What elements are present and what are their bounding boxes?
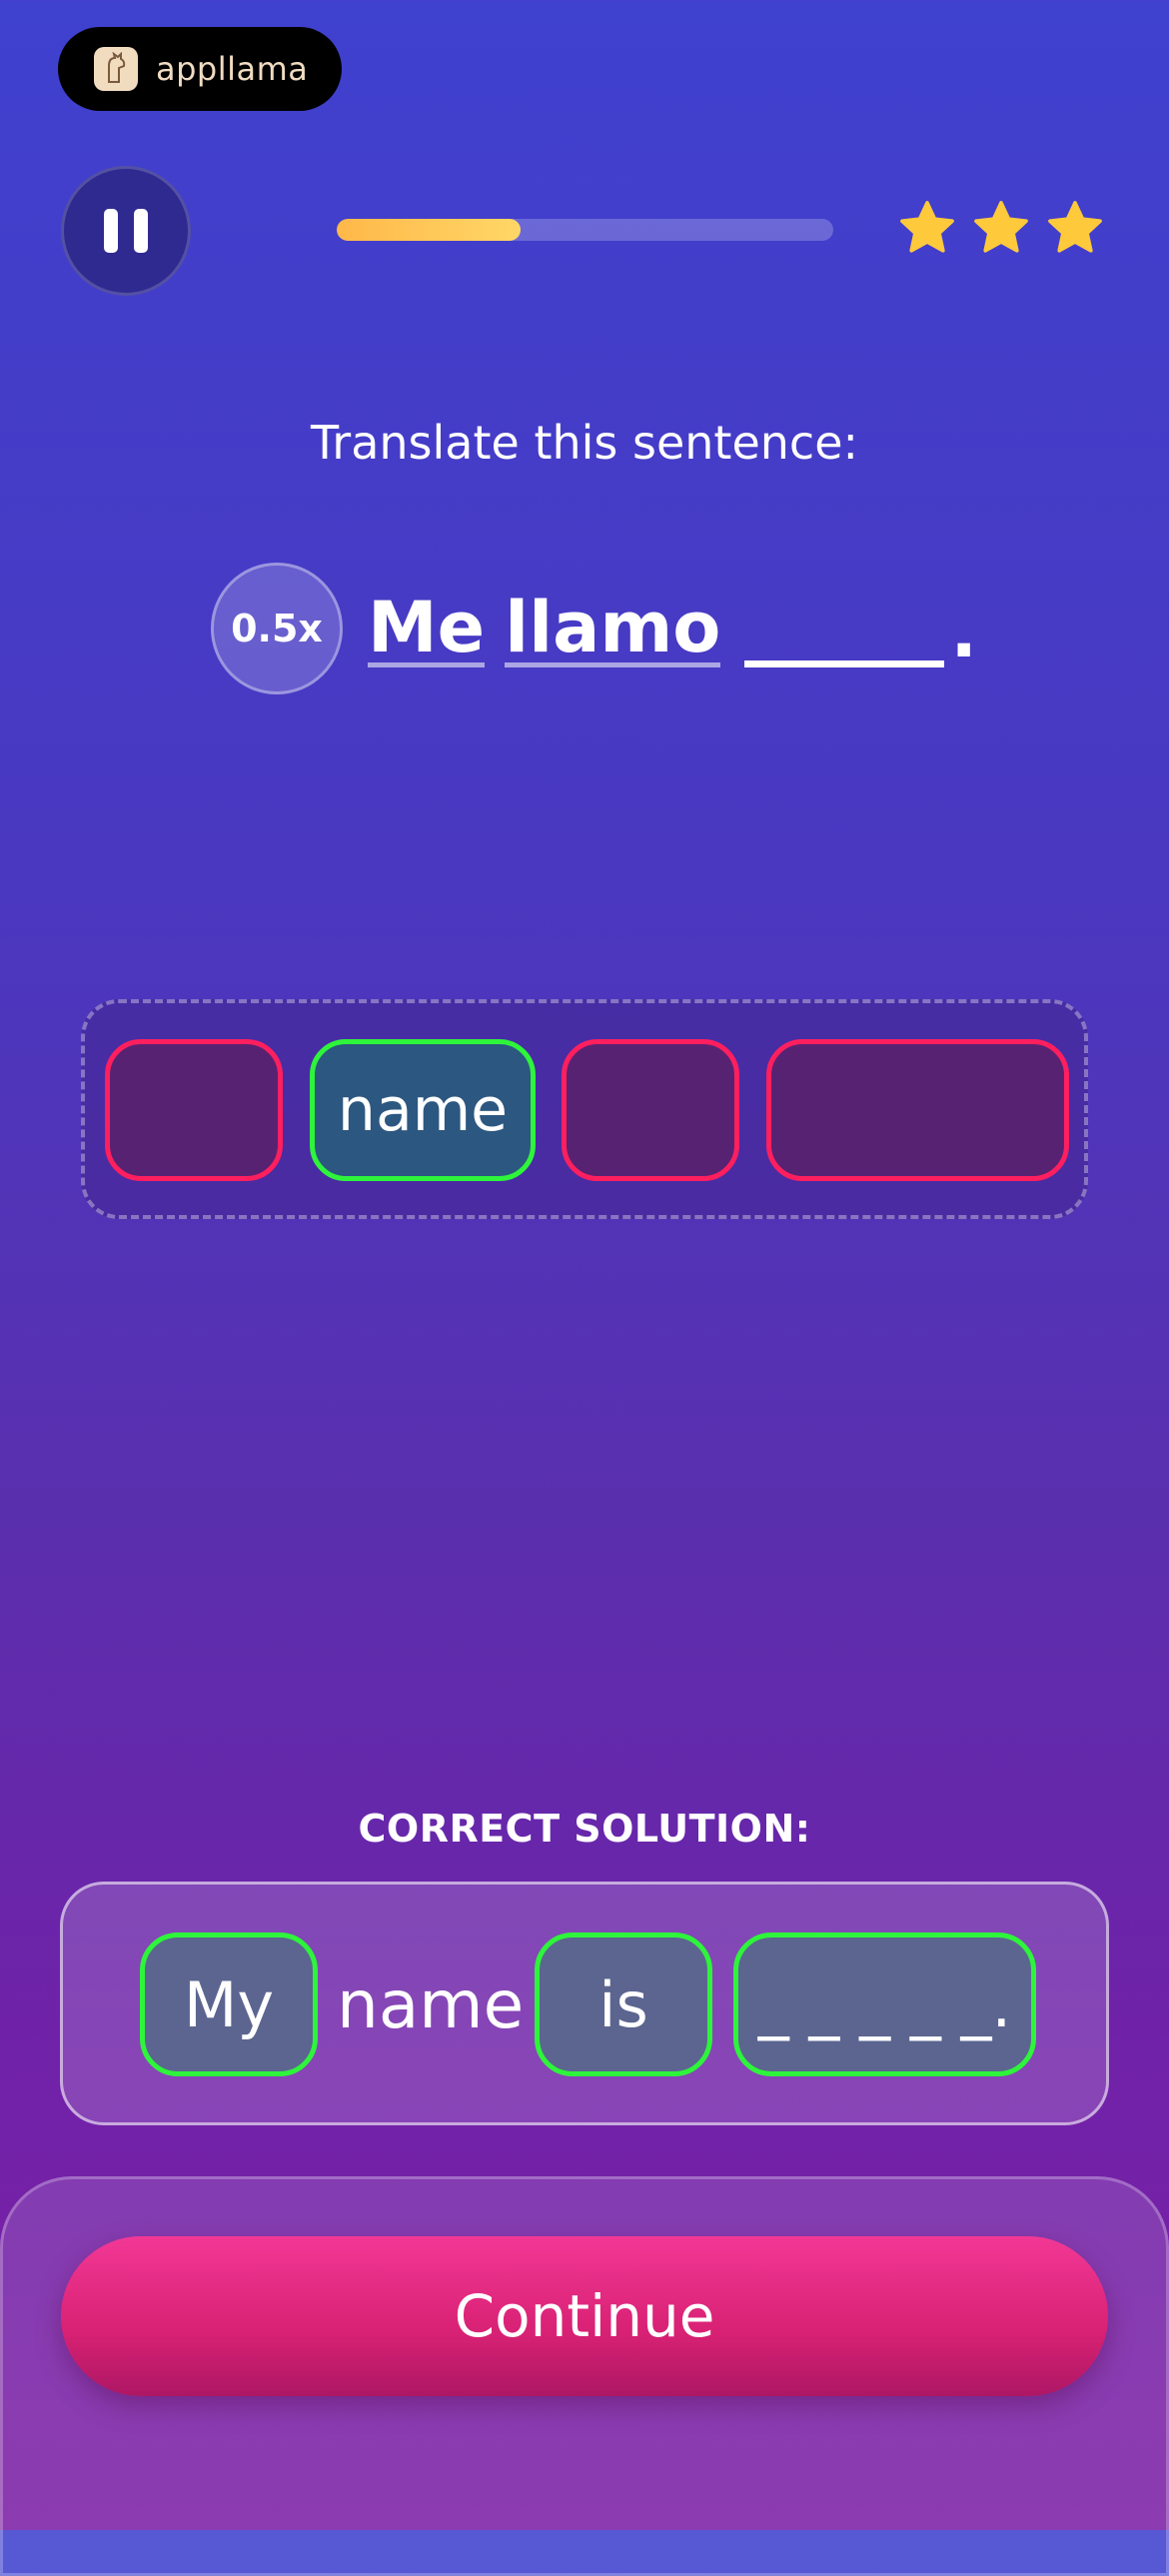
answer-slot-correct[interactable]: name <box>310 1039 536 1181</box>
sentence-blank <box>744 589 945 667</box>
star-icon <box>974 201 1028 253</box>
pause-icon <box>104 209 118 253</box>
solution-token: is <box>535 1932 712 2076</box>
solution-label: CORRECT SOLUTION: <box>358 1807 811 1851</box>
star-rating <box>897 198 1105 258</box>
star-icon <box>900 201 954 253</box>
progress-fill <box>337 219 521 241</box>
pause-button[interactable] <box>61 166 191 296</box>
llama-logo-icon <box>94 47 138 91</box>
correct-solution-box: My name is _ _ _ _ _. <box>60 1882 1109 2125</box>
solution-token: _ _ _ _ _. <box>733 1932 1036 2076</box>
solution-token: name <box>337 1965 525 2043</box>
instruction-text: Translate this sentence: <box>310 416 859 470</box>
brand-name: appllama <box>156 50 309 88</box>
solution-token: My <box>140 1932 318 2076</box>
answer-dropzone[interactable]: name <box>81 999 1088 1219</box>
source-sentence: Me llamo . <box>368 578 977 667</box>
answer-slot-incorrect[interactable] <box>105 1039 283 1181</box>
answer-slot-incorrect[interactable] <box>766 1039 1069 1181</box>
continue-button[interactable]: Continue <box>61 2236 1108 2396</box>
app-badge: appllama <box>58 27 342 111</box>
sentence-period: . <box>950 592 977 673</box>
sentence-word[interactable]: Me <box>368 593 486 667</box>
star-icon <box>1048 201 1102 253</box>
answer-slot-incorrect[interactable] <box>562 1039 739 1181</box>
sentence-word[interactable]: llamo <box>505 593 721 667</box>
speed-toggle-button[interactable]: 0.5x <box>211 563 343 694</box>
progress-bar <box>337 219 833 241</box>
